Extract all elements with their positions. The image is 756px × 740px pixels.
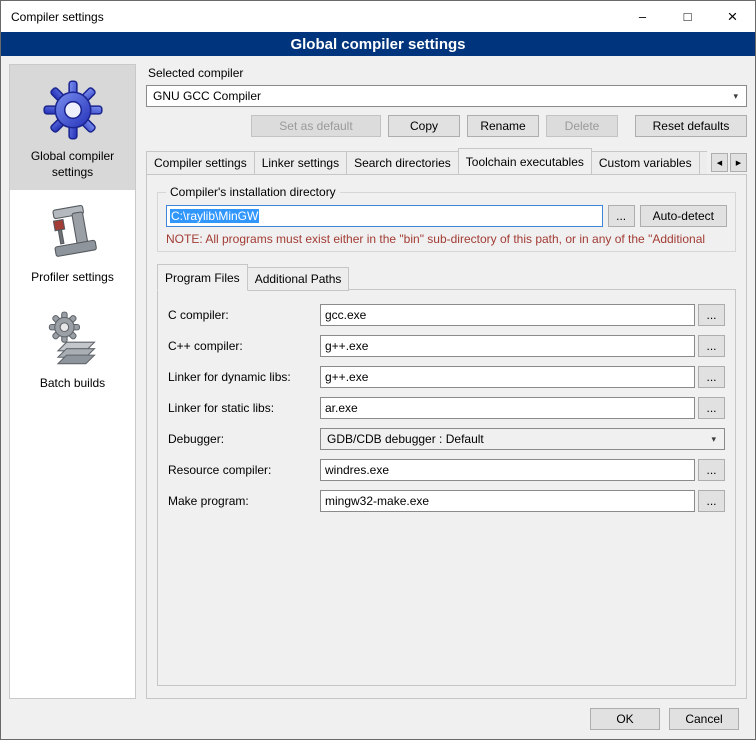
- installation-directory-group: Compiler's installation directory C:\ray…: [157, 185, 736, 252]
- toolchain-executables-panel: Compiler's installation directory C:\ray…: [146, 174, 747, 699]
- installation-note: NOTE: All programs must exist either in …: [166, 232, 727, 246]
- c-compiler-label: C compiler:: [168, 308, 320, 322]
- browse-installation-directory-button[interactable]: ...: [608, 205, 635, 227]
- copy-button[interactable]: Copy: [388, 115, 460, 137]
- selected-compiler-label: Selected compiler: [148, 66, 747, 80]
- static-linker-row: Linker for static libs: ...: [168, 397, 725, 419]
- tabs-viewport: Compiler settings Linker settings Search…: [146, 148, 707, 174]
- ok-button[interactable]: OK: [590, 708, 660, 730]
- resource-compiler-label: Resource compiler:: [168, 463, 320, 477]
- gray-gears-icon: [45, 310, 101, 368]
- dialog-header-title: Global compiler settings: [290, 36, 465, 53]
- executables-subtab-strip: Program Files Additional Paths: [157, 266, 736, 290]
- installation-directory-selected-text: C:\raylib\MinGW: [170, 209, 259, 223]
- auto-detect-button[interactable]: Auto-detect: [640, 205, 727, 227]
- dynamic-linker-browse-button[interactable]: ...: [698, 366, 725, 388]
- dynamic-linker-row: Linker for dynamic libs: ...: [168, 366, 725, 388]
- compiler-buttons-row: Set as default Copy Rename Delete Reset …: [146, 115, 747, 137]
- tab-search-directories[interactable]: Search directories: [346, 151, 459, 174]
- caption-buttons: – □ ×: [620, 1, 755, 32]
- cpp-compiler-browse-button[interactable]: ...: [698, 335, 725, 357]
- blue-gear-icon: [42, 79, 104, 141]
- dynamic-linker-input[interactable]: [320, 366, 695, 388]
- subtab-program-files[interactable]: Program Files: [157, 264, 248, 291]
- profiler-tool-icon: [46, 204, 100, 262]
- dynamic-linker-label: Linker for dynamic libs:: [168, 370, 320, 384]
- chevron-down-icon: ▾: [711, 434, 716, 445]
- rename-button[interactable]: Rename: [467, 115, 539, 137]
- close-icon: ×: [728, 7, 738, 27]
- maximize-button[interactable]: □: [665, 1, 710, 32]
- resource-compiler-browse-button[interactable]: ...: [698, 459, 725, 481]
- make-program-row: Make program: ...: [168, 490, 725, 512]
- tab-scroll-arrows: ◀ ▶: [711, 153, 747, 172]
- tab-toolchain-executables[interactable]: Toolchain executables: [458, 148, 592, 174]
- debugger-select[interactable]: GDB/CDB debugger : Default ▾: [320, 428, 725, 450]
- make-program-browse-button[interactable]: ...: [698, 490, 725, 512]
- c-compiler-row: C compiler: ...: [168, 304, 725, 326]
- tab-compiler-settings[interactable]: Compiler settings: [146, 151, 255, 174]
- settings-tab-strip: Compiler settings Linker settings Search…: [146, 150, 747, 174]
- cpp-compiler-label: C++ compiler:: [168, 339, 320, 353]
- tab-linker-settings[interactable]: Linker settings: [254, 151, 347, 174]
- installation-directory-input[interactable]: C:\raylib\MinGW: [166, 205, 603, 227]
- tab-build[interactable]: Build: [699, 151, 707, 174]
- sidebar-item-global-compiler-settings[interactable]: Global compiler settings: [10, 65, 135, 190]
- chevron-down-icon: ▾: [733, 91, 738, 102]
- tab-custom-variables[interactable]: Custom variables: [591, 151, 700, 174]
- sidebar-item-label: Profiler settings: [31, 270, 114, 286]
- settings-content: Selected compiler GNU GCC Compiler ▾ Set…: [146, 64, 747, 699]
- sidebar-item-label: Global compiler settings: [14, 149, 131, 180]
- resource-compiler-input[interactable]: [320, 459, 695, 481]
- window-title: Compiler settings: [1, 10, 104, 24]
- program-files-panel: C compiler: ... C++ compiler: ... Linker…: [157, 289, 736, 686]
- compiler-select[interactable]: GNU GCC Compiler ▾: [146, 85, 747, 107]
- tab-scroll-right-button[interactable]: ▶: [730, 153, 747, 172]
- make-program-input[interactable]: [320, 490, 695, 512]
- reset-defaults-button[interactable]: Reset defaults: [635, 115, 747, 137]
- minimize-icon: –: [639, 9, 646, 24]
- debugger-select-value: GDB/CDB debugger : Default: [327, 432, 484, 446]
- dialog-body: Global compiler settings: [1, 56, 755, 739]
- cpp-compiler-input[interactable]: [320, 335, 695, 357]
- left-arrow-icon: ◀: [717, 159, 722, 167]
- sidebar-item-profiler-settings[interactable]: Profiler settings: [10, 190, 135, 296]
- cpp-compiler-row: C++ compiler: ...: [168, 335, 725, 357]
- debugger-row: Debugger: GDB/CDB debugger : Default ▾: [168, 428, 725, 450]
- dialog-footer: OK Cancel: [9, 699, 747, 739]
- static-linker-browse-button[interactable]: ...: [698, 397, 725, 419]
- c-compiler-input[interactable]: [320, 304, 695, 326]
- titlebar: Compiler settings – □ ×: [1, 1, 755, 32]
- resource-compiler-row: Resource compiler: ...: [168, 459, 725, 481]
- dialog-header: Global compiler settings: [1, 32, 755, 56]
- static-linker-label: Linker for static libs:: [168, 401, 320, 415]
- minimize-button[interactable]: –: [620, 1, 665, 32]
- c-compiler-browse-button[interactable]: ...: [698, 304, 725, 326]
- sidebar-item-label: Batch builds: [40, 376, 105, 392]
- delete-button[interactable]: Delete: [546, 115, 618, 137]
- close-button[interactable]: ×: [710, 1, 755, 32]
- settings-category-sidebar: Global compiler settings: [9, 64, 136, 699]
- tab-scroll-left-button[interactable]: ◀: [711, 153, 728, 172]
- compiler-select-value: GNU GCC Compiler: [153, 89, 261, 103]
- subtab-additional-paths[interactable]: Additional Paths: [247, 267, 350, 291]
- debugger-label: Debugger:: [168, 432, 320, 446]
- installation-directory-group-label: Compiler's installation directory: [166, 185, 340, 199]
- cancel-button[interactable]: Cancel: [669, 708, 739, 730]
- maximize-icon: □: [684, 9, 692, 24]
- set-as-default-button[interactable]: Set as default: [251, 115, 381, 137]
- make-program-label: Make program:: [168, 494, 320, 508]
- static-linker-input[interactable]: [320, 397, 695, 419]
- sidebar-item-batch-builds[interactable]: Batch builds: [10, 296, 135, 402]
- right-arrow-icon: ▶: [736, 159, 741, 167]
- compiler-settings-window: Compiler settings – □ × Global compiler …: [0, 0, 756, 740]
